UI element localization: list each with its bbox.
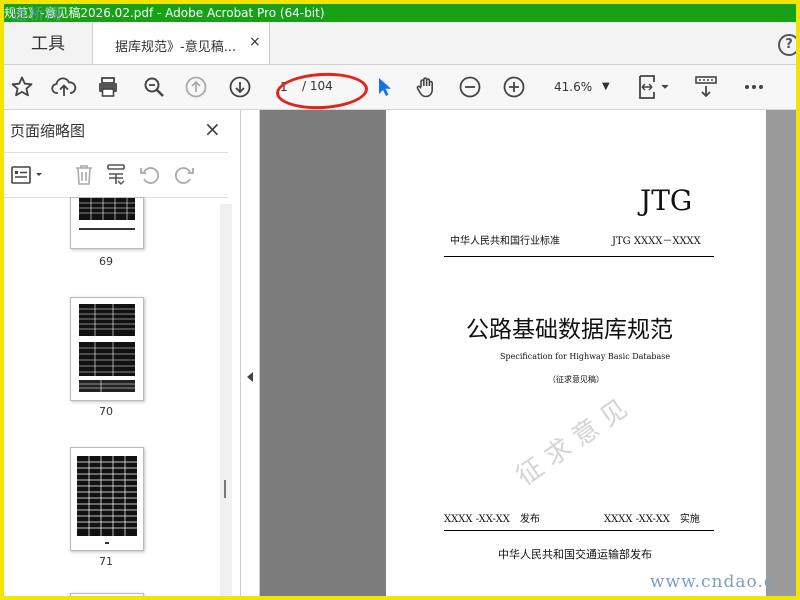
panel-scrollbar[interactable] xyxy=(220,204,232,596)
site-watermark: www.cndao.c xyxy=(650,572,775,592)
divider xyxy=(444,256,714,257)
panel-title: 页面缩略图 xyxy=(10,122,86,140)
panel-toolbar xyxy=(4,152,228,198)
tab-document[interactable]: 据库规范》-意见稿... × xyxy=(92,22,270,64)
hand-tool-icon[interactable] xyxy=(412,73,440,101)
standard-number: JTG XXXX－XXXX xyxy=(612,236,701,247)
tab-tools[interactable]: 工具 xyxy=(4,22,92,64)
watermark-logo: 道桥网 xyxy=(12,5,64,22)
pdf-page: JTG 中华人民共和国行业标准 JTG XXXX－XXXX 公路基础数据库规范 … xyxy=(386,110,766,596)
options-menu-icon[interactable] xyxy=(10,161,46,189)
zoom-value: 41.6% xyxy=(554,80,593,94)
help-icon[interactable]: ? xyxy=(778,34,796,56)
close-tab-icon[interactable]: × xyxy=(249,34,261,50)
bookmark-star-icon[interactable] xyxy=(8,73,36,101)
draft-stamp: 征求意见 xyxy=(511,389,640,492)
thumbnail-page-number: 71 xyxy=(99,555,113,568)
thumbnail-page-number: 70 xyxy=(99,405,113,418)
collapse-panel-button[interactable] xyxy=(241,110,260,596)
main-toolbar: / 104 41.6% ▼ xyxy=(4,65,796,112)
divider xyxy=(444,530,714,531)
standard-code: JTG xyxy=(640,184,693,217)
page-thumbnail[interactable] xyxy=(70,297,144,401)
close-panel-icon[interactable]: × xyxy=(204,117,221,141)
select-cursor-icon[interactable] xyxy=(370,73,398,101)
print-icon[interactable] xyxy=(94,73,122,101)
zoom-search-icon[interactable] xyxy=(140,73,168,101)
page-thumbnail[interactable] xyxy=(70,593,144,596)
delete-icon[interactable] xyxy=(70,161,98,189)
page-thumbnail[interactable] xyxy=(70,197,144,249)
document-viewer[interactable]: JTG 中华人民共和国行业标准 JTG XXXX－XXXX 公路基础数据库规范 … xyxy=(260,110,796,596)
extract-page-icon[interactable] xyxy=(102,161,130,189)
thumbnail-list: 69 70 71 xyxy=(4,197,234,596)
page-thumbnail[interactable] xyxy=(70,447,144,551)
app-window: 规范》-意见稿2026.02.pdf - Adobe Acrobat Pro (… xyxy=(0,0,800,600)
publisher: 中华人民共和国交通运输部发布 xyxy=(498,548,652,561)
thumbnails-panel: 页面缩略图 × 69 70 71 xyxy=(4,110,241,596)
annotation-circle xyxy=(275,70,369,112)
page-down-icon[interactable] xyxy=(226,73,254,101)
zoom-dropdown[interactable]: 41.6% ▼ xyxy=(542,74,620,100)
standard-type: 中华人民共和国行业标准 xyxy=(450,236,560,247)
fit-page-icon[interactable] xyxy=(634,73,674,101)
zoom-in-icon[interactable] xyxy=(500,73,528,101)
draft-label: （征求意见稿） xyxy=(548,375,604,384)
publish-date: XXXX -XX-XX 发布 xyxy=(444,514,540,525)
page-up-icon[interactable] xyxy=(182,73,210,101)
more-icon[interactable] xyxy=(740,73,768,101)
scroll-mode-icon[interactable] xyxy=(692,73,720,101)
viewer-scrollbar[interactable] xyxy=(766,110,796,596)
chevron-left-icon xyxy=(247,372,253,382)
zoom-out-icon[interactable] xyxy=(456,73,484,101)
english-title: Specification for Highway Basic Database xyxy=(500,352,671,361)
scrollbar-grip[interactable] xyxy=(224,480,226,498)
rotate-left-icon[interactable] xyxy=(136,161,164,189)
thumbnail-page-number: 69 xyxy=(99,255,113,268)
upload-cloud-icon[interactable] xyxy=(50,73,78,101)
rotate-right-icon[interactable] xyxy=(170,161,198,189)
title-bar: 规范》-意见稿2026.02.pdf - Adobe Acrobat Pro (… xyxy=(4,4,796,22)
document-tab-label: 据库规范》-意见稿... xyxy=(115,40,237,55)
chevron-down-icon: ▼ xyxy=(602,81,610,92)
document-title: 公路基础数据库规范 xyxy=(466,317,673,343)
tab-bar: 工具 据库规范》-意见稿... × ? xyxy=(4,22,796,65)
implement-date: XXXX -XX-XX 实施 xyxy=(604,514,700,525)
